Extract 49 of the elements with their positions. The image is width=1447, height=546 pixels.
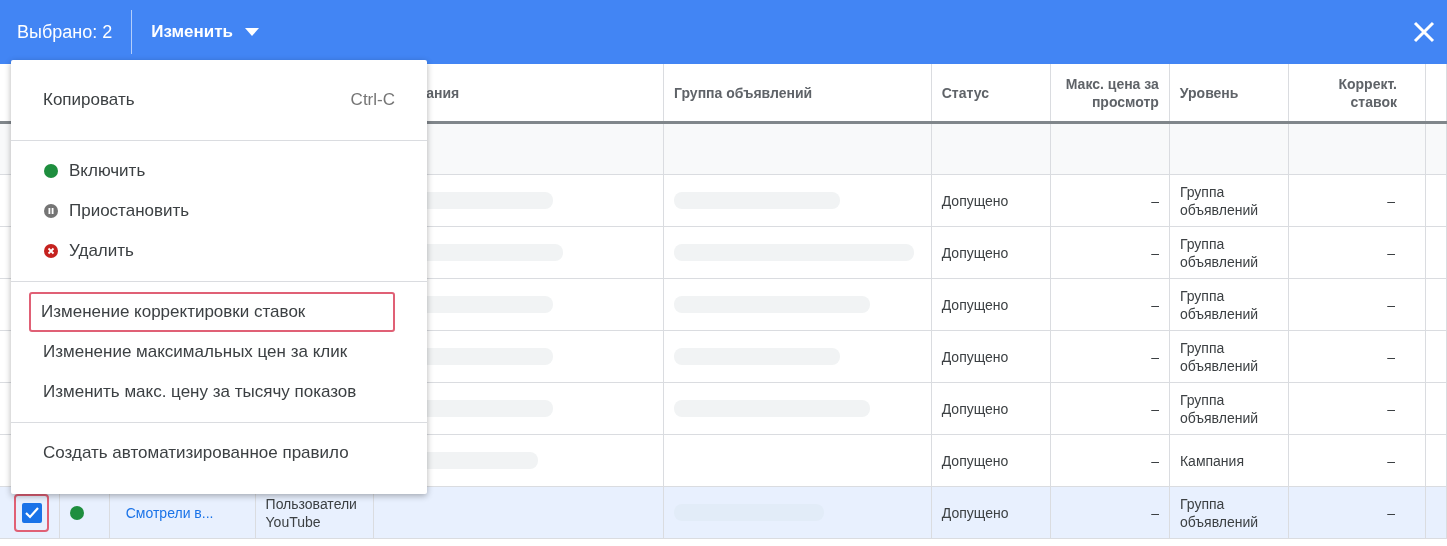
audience-cell-text: Пользователи YouTube — [265, 494, 358, 531]
row-checkbox[interactable] — [21, 502, 42, 523]
status-cell: Допущено — [941, 243, 1009, 262]
close-icon[interactable] — [1413, 21, 1435, 43]
level-cell-text: Группа объявлений — [1179, 338, 1260, 375]
price-cell: – — [1151, 243, 1159, 262]
status-cell: Допущено — [941, 399, 1009, 418]
menu-item[interactable]: Копировать Ctrl-C — [11, 80, 427, 120]
bid-adjustment-cell: – — [1387, 191, 1395, 210]
bid-adjustment-cell: – — [1387, 451, 1395, 470]
price-cell: – — [1151, 503, 1159, 522]
menu-item[interactable]: Изменение максимальных цен за клик — [11, 332, 427, 372]
bid-adjustment-cell: – — [1387, 347, 1395, 366]
level-cell-text: Группа объявлений — [1179, 390, 1260, 427]
selected-count: Выбрано: 2 — [17, 21, 113, 43]
level-cell: Кампания — [1179, 451, 1244, 470]
status-cell: Допущено — [941, 451, 1009, 470]
enable-dot-icon — [43, 163, 59, 179]
pause-icon — [43, 203, 59, 219]
caret-icon — [245, 28, 260, 36]
bid-adjustment-cell: – — [1387, 295, 1395, 314]
menu-item[interactable]: Изменение корректировки ставок — [29, 292, 395, 332]
column-header: Статус — [941, 83, 989, 102]
edit-dropdown-button[interactable]: Изменить — [151, 22, 260, 42]
status-cell: Допущено — [941, 295, 1009, 314]
price-cell: – — [1151, 451, 1159, 470]
level-cell-text: Группа объявлений — [1179, 286, 1260, 323]
price-cell: – — [1151, 295, 1159, 314]
menu-item[interactable]: Создать автоматизированное правило — [11, 433, 427, 473]
bid-adjustment-cell: – — [1387, 399, 1395, 418]
price-cell: – — [1151, 347, 1159, 366]
remove-icon — [43, 243, 59, 259]
column-header: Группа объявлений — [674, 83, 813, 102]
price-cell: – — [1151, 191, 1159, 210]
level-cell-text: Группа объявлений — [1179, 182, 1260, 219]
column-header: Макс. цена за просмотр — [1064, 74, 1159, 111]
price-cell: – — [1151, 399, 1159, 418]
status-cell: Допущено — [941, 503, 1009, 522]
menu-item[interactable]: Удалить — [11, 231, 427, 271]
column-header: Уровень — [1179, 83, 1239, 102]
name-link[interactable]: Смотрели в... — [125, 503, 214, 522]
column-header: Коррект. ставок — [1337, 74, 1397, 111]
level-cell-text: Группа объявлений — [1179, 234, 1260, 271]
status-cell: Допущено — [941, 347, 1009, 366]
status-cell: Допущено — [941, 191, 1009, 210]
bid-adjustment-cell: – — [1387, 243, 1395, 262]
level-cell-text: Группа объявлений — [1180, 494, 1260, 531]
bid-adjustment-cell: – — [1387, 503, 1395, 522]
column-header: ания — [426, 83, 460, 102]
